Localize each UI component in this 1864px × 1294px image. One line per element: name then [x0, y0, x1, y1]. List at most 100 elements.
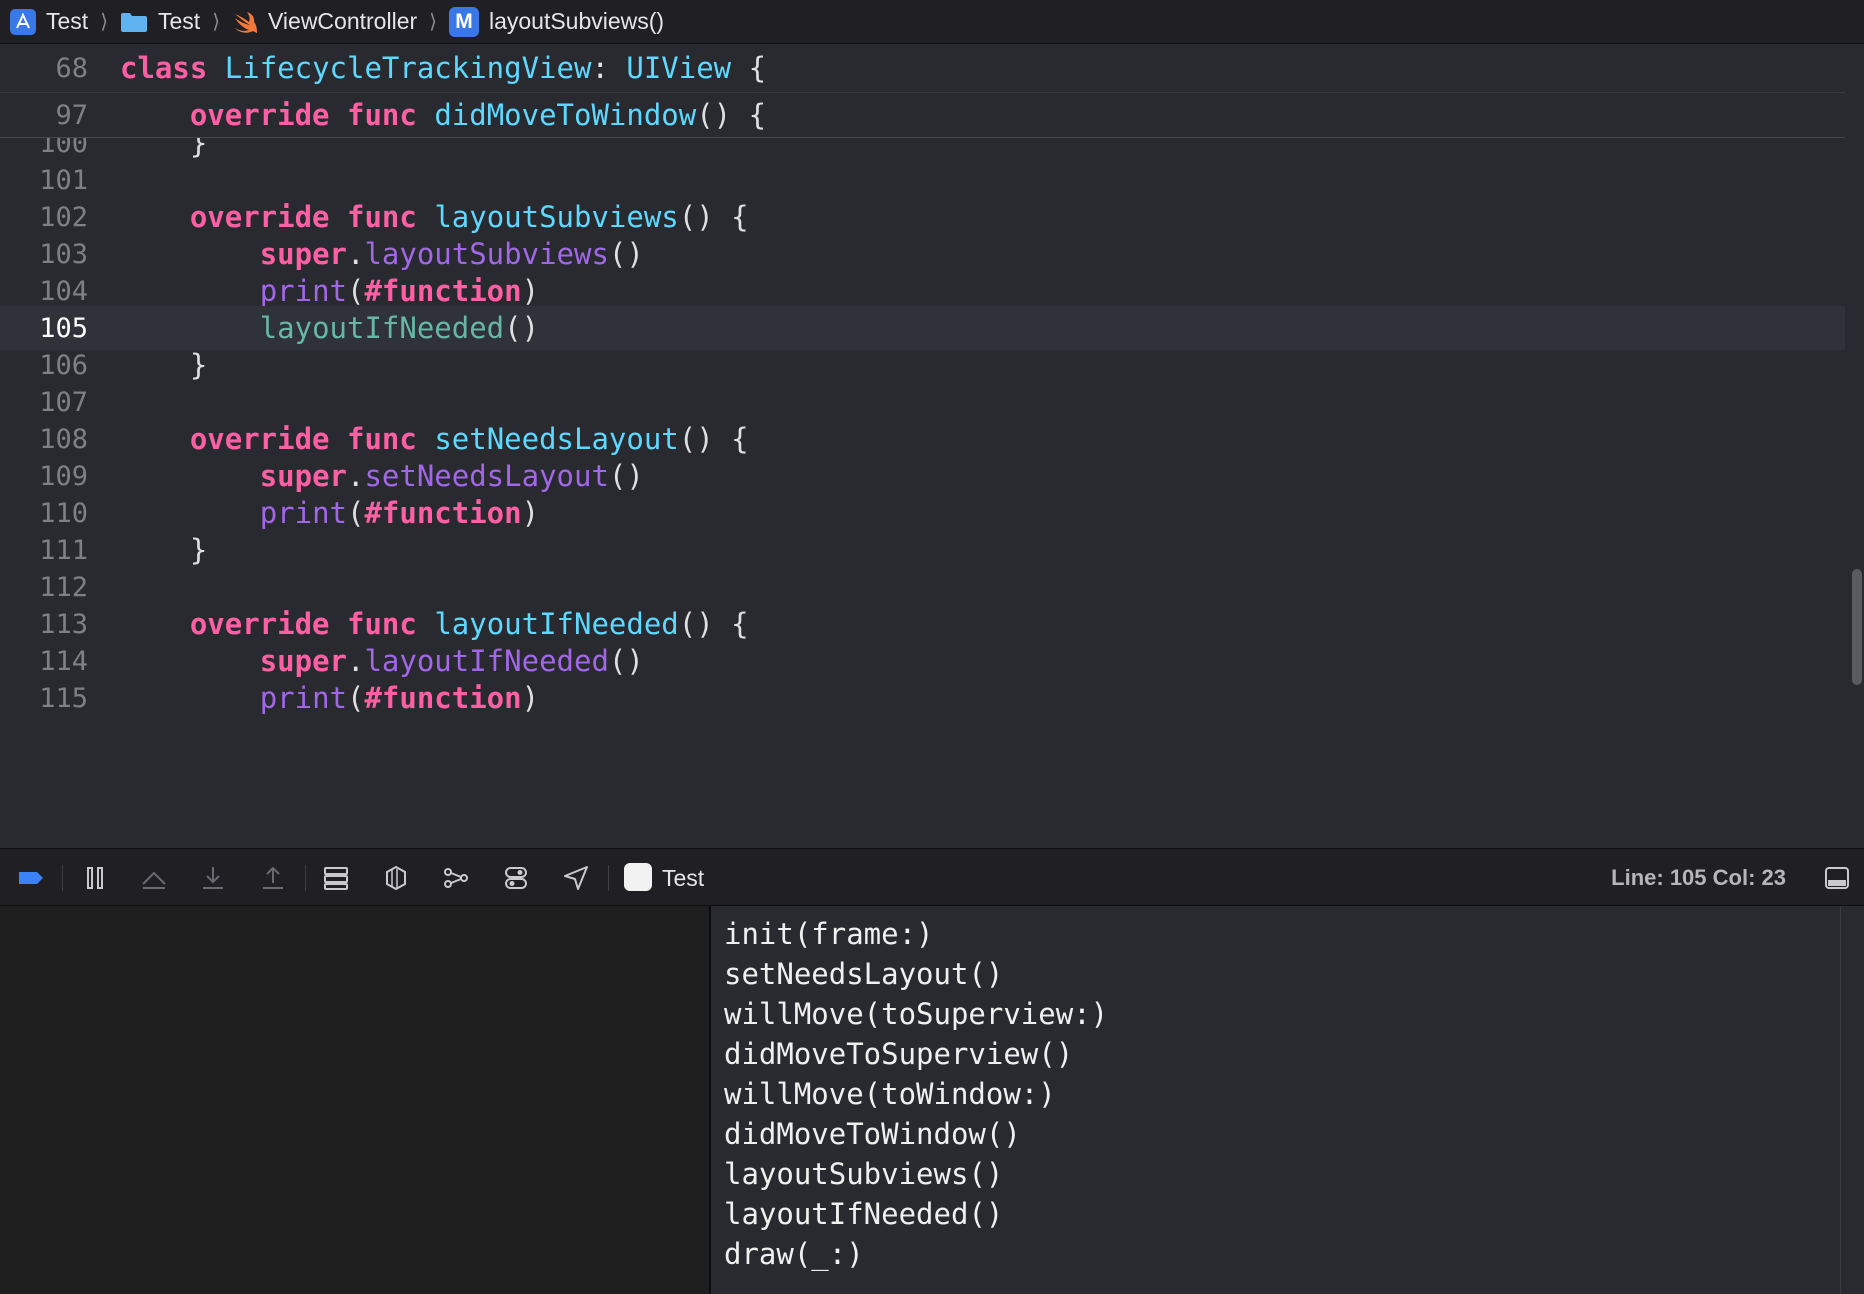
line-number: 110	[39, 497, 88, 529]
punct: )	[521, 681, 540, 715]
punct: .	[347, 459, 365, 493]
member-call: setNeedsLayout	[364, 459, 609, 493]
line-number: 104	[39, 275, 88, 307]
breadcrumb-file[interactable]: ViewController	[232, 8, 417, 35]
environment-overrides-button[interactable]	[501, 863, 531, 893]
pause-button[interactable]	[80, 863, 110, 893]
keyword: override	[189, 98, 330, 132]
debug-view-hierarchy-button[interactable]	[321, 863, 351, 893]
console-lines: init(frame:) setNeedsLayout() willMove(toS…	[724, 914, 1108, 1274]
console-output[interactable]: init(frame:) setNeedsLayout() willMove(toS…	[711, 906, 1841, 1294]
keyword: override	[189, 607, 330, 641]
keyword: override	[189, 422, 330, 456]
step-into-button[interactable]	[198, 863, 228, 893]
breadcrumb-method[interactable]: M layoutSubviews()	[448, 6, 664, 37]
type-name: UIView	[626, 51, 732, 85]
console-line: willMove(toWindow:)	[724, 1077, 1056, 1111]
punct: {	[731, 51, 767, 85]
punct: (	[347, 681, 365, 715]
step-over-button[interactable]	[139, 863, 169, 893]
pause-icon	[87, 867, 103, 889]
toggle-console-button[interactable]	[1822, 863, 1852, 893]
line-number: 115	[39, 682, 88, 714]
panel-bottom-icon	[1825, 867, 1849, 889]
function-call: print	[259, 496, 347, 530]
chevron-right-icon: ⟩	[212, 11, 220, 33]
variables-pane[interactable]	[0, 906, 709, 1294]
code-plain: }	[120, 348, 208, 382]
code-editor[interactable]: 68 class LifecycleTrackingView: UIView {…	[0, 45, 1864, 848]
keyword: func	[347, 607, 417, 641]
line-number: 97	[55, 99, 88, 131]
code-text: print(#function)	[120, 681, 539, 715]
punct: :	[591, 51, 627, 85]
app-target-icon	[624, 863, 652, 891]
line-number: 108	[39, 423, 88, 455]
console-line: didMoveToSuperview()	[724, 1037, 1074, 1071]
debug-bar: Test Line: 105 Col: 23	[0, 848, 1864, 906]
simulate-location-button[interactable]	[561, 863, 591, 893]
type-name: LifecycleTrackingView	[224, 51, 592, 85]
breadcrumb-folder[interactable]: Test	[120, 8, 200, 35]
line-number: 114	[39, 645, 88, 677]
swift-file-icon	[235, 11, 257, 33]
punct: .	[347, 237, 365, 271]
line-number: 102	[39, 201, 88, 233]
graph-nodes-icon	[444, 868, 468, 888]
step-out-button[interactable]	[258, 863, 288, 893]
console-scrollbar[interactable]	[1840, 906, 1864, 1294]
function-call: layoutIfNeeded	[259, 311, 505, 345]
code-text: super.layoutSubviews()	[120, 237, 644, 271]
line-number: 105	[39, 312, 88, 344]
keyword: override	[189, 200, 330, 234]
keyword: func	[347, 200, 417, 234]
keyword: super	[259, 459, 347, 493]
process-target-label[interactable]: Test	[662, 863, 704, 893]
function-call: print	[259, 274, 347, 308]
code-text: print(#function)	[120, 496, 539, 530]
console-line: init(frame:)	[724, 917, 934, 951]
breadcrumb: Test ⟩ Test ⟩ ViewController ⟩ M layoutS…	[0, 0, 1864, 44]
chevron-right-icon: ⟩	[100, 11, 108, 33]
function-name: setNeedsLayout	[434, 422, 679, 456]
punct: )	[521, 496, 540, 530]
debug-memory-graph-button[interactable]	[381, 863, 411, 893]
function-name: didMoveToWindow	[434, 98, 697, 132]
keyword: func	[347, 422, 417, 456]
code-text: layoutIfNeeded()	[120, 311, 539, 345]
sticky-line-97[interactable]: 97 override func didMoveToWindow() {	[0, 93, 1845, 137]
sticky-line-68[interactable]: 68 class LifecycleTrackingView: UIView {	[0, 46, 1845, 90]
breakpoints-toggle[interactable]	[16, 863, 46, 893]
breadcrumb-project-label: Test	[46, 8, 89, 34]
breadcrumb-project[interactable]: Test	[10, 8, 88, 35]
layers-icon	[386, 865, 406, 891]
code-text: override func didMoveToWindow() {	[120, 98, 766, 132]
punct: ()	[608, 644, 644, 678]
chevron-right-icon: ⟩	[429, 11, 437, 33]
editor-scrollbar[interactable]	[1852, 569, 1862, 685]
keyword: super	[259, 237, 347, 271]
line-number: 107	[39, 386, 88, 418]
punct: () {	[678, 200, 749, 234]
folder-icon	[121, 12, 147, 32]
punct: () {	[678, 422, 749, 456]
console-line: setNeedsLayout()	[724, 957, 1004, 991]
step-into-icon	[203, 867, 223, 889]
function-name: layoutSubviews	[434, 200, 679, 234]
code-line[interactable]: 115 print(#function)	[0, 676, 1845, 720]
sticky-scope-header[interactable]: 68 class LifecycleTrackingView: UIView {…	[0, 45, 1845, 138]
code-text: override func layoutIfNeeded() {	[120, 607, 749, 641]
memory-graph-button[interactable]	[441, 863, 471, 893]
